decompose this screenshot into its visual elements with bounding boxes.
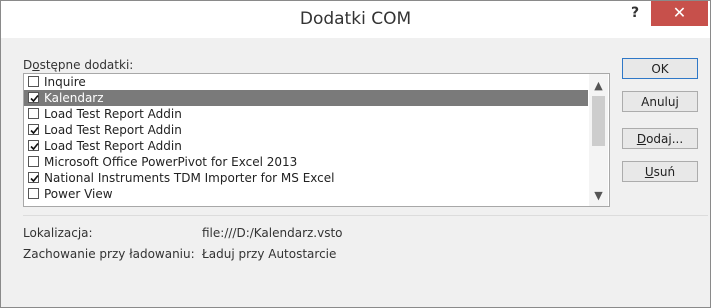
available-addins-label: Dostępne dodatki: xyxy=(23,58,134,72)
addin-checkbox[interactable] xyxy=(28,76,39,87)
addin-label: National Instruments TDM Importer for MS… xyxy=(44,171,335,185)
window-title: Dodatki COM xyxy=(299,9,412,29)
close-button[interactable]: ✕ xyxy=(651,1,708,26)
addins-list: Inquire Kalendarz Load Test Report Addin Lo… xyxy=(24,74,588,202)
scroll-down-icon[interactable]: ▼ xyxy=(589,188,608,204)
load-behavior-label: Zachowanie przy ładowaniu: xyxy=(23,247,195,261)
addin-label: Load Test Report Addin xyxy=(44,123,182,137)
list-scrollbar[interactable]: ▲ ▼ xyxy=(589,74,608,206)
addin-label: Power View xyxy=(44,187,113,201)
addin-label: Load Test Report Addin xyxy=(44,139,182,153)
addin-label: Inquire xyxy=(44,75,86,89)
location-value: file:///D:/Kalendarz.vsto xyxy=(202,226,343,240)
remove-button[interactable]: Usuń xyxy=(622,161,698,182)
addin-checkbox[interactable] xyxy=(28,108,39,119)
addin-list-item[interactable]: Microsoft Office PowerPivot for Excel 20… xyxy=(24,154,588,170)
title-bar: Dodatki COM ? ✕ xyxy=(1,1,710,38)
addin-label: Microsoft Office PowerPivot for Excel 20… xyxy=(44,155,298,169)
help-button[interactable]: ? xyxy=(619,1,651,26)
addin-checkbox[interactable] xyxy=(28,188,39,199)
addin-checkbox[interactable] xyxy=(28,124,39,135)
scroll-thumb[interactable] xyxy=(592,96,605,146)
location-label: Lokalizacja: xyxy=(23,226,93,240)
add-button[interactable]: Dodaj... xyxy=(622,128,698,149)
separator xyxy=(23,215,708,216)
addin-label: Load Test Report Addin xyxy=(44,107,182,121)
addin-list-item[interactable]: National Instruments TDM Importer for MS… xyxy=(24,170,588,186)
addin-label: Kalendarz xyxy=(44,91,104,105)
scroll-up-icon[interactable]: ▲ xyxy=(589,78,608,94)
addins-listbox[interactable]: Inquire Kalendarz Load Test Report Addin Lo… xyxy=(23,73,610,207)
cancel-button[interactable]: Anuluj xyxy=(622,91,698,112)
load-behavior-value: Ładuj przy Autostarcie xyxy=(202,247,337,261)
addin-checkbox[interactable] xyxy=(28,92,39,103)
addin-checkbox[interactable] xyxy=(28,140,39,151)
com-addins-dialog: Dodatki COM ? ✕ Dostępne dodatki: Inquir… xyxy=(0,0,711,308)
close-icon: ✕ xyxy=(672,3,687,22)
ok-button[interactable]: OK xyxy=(622,58,698,79)
addin-list-item[interactable]: Kalendarz xyxy=(24,90,588,106)
addin-checkbox[interactable] xyxy=(28,156,39,167)
addin-list-item[interactable]: Load Test Report Addin xyxy=(24,122,588,138)
addin-checkbox[interactable] xyxy=(28,172,39,183)
addin-list-item[interactable]: Inquire xyxy=(24,74,588,90)
addin-list-item[interactable]: Load Test Report Addin xyxy=(24,138,588,154)
addin-list-item[interactable]: Power View xyxy=(24,186,588,202)
addin-list-item[interactable]: Load Test Report Addin xyxy=(24,106,588,122)
